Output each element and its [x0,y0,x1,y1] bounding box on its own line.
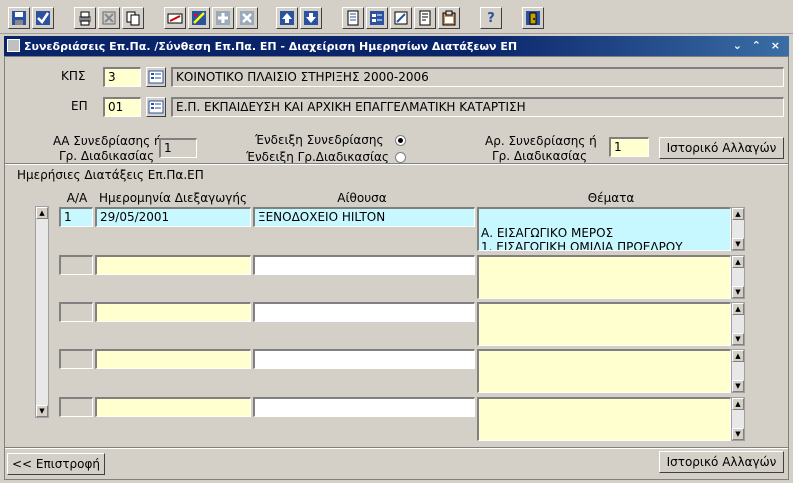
row-3-topics-scroll-up-icon[interactable]: ▲ [732,303,744,315]
list-icon[interactable] [342,7,364,29]
row-3-room-field[interactable] [253,302,475,322]
document-icon[interactable] [414,7,436,29]
row-5-date-field[interactable] [95,397,251,417]
section-divider [5,163,788,165]
kps-code-field[interactable]: 3 [103,67,141,87]
clipboard-icon[interactable] [438,7,460,29]
exit-door-icon[interactable] [522,7,544,29]
agenda-section-title: Ημερήσιες Διατάξεις Επ.Πα.ΕΠ [17,168,204,182]
row-3-aa-field[interactable] [59,302,93,322]
delete-icon[interactable] [236,7,258,29]
row-2-room-field[interactable] [253,255,475,275]
save-icon[interactable] [8,7,30,29]
row-4-topics-scrollbar[interactable]: ▲ ▼ [731,349,745,393]
row-1-topic-line2: 1. ΕΙΣΑΓΩΓΙΚΗ ΟΜΙΛΙΑ ΠΡΟΕΔΡΟΥ [481,240,683,251]
radio-process-label: Ένδειξη Γρ.Διαδικασίας [246,150,389,164]
help-glyph: ? [487,10,495,26]
down-arrow-icon[interactable] [300,7,322,29]
query-icon[interactable] [366,7,388,29]
edit-icon[interactable] [188,7,210,29]
row-4-topics-field[interactable] [477,349,731,393]
check-icon[interactable] [32,7,54,29]
ep-lov-button[interactable] [146,97,166,117]
footer-divider [5,447,788,449]
row-2-topics-scroll-up-icon[interactable]: ▲ [732,256,744,268]
help-icon[interactable]: ? [480,7,502,29]
aa-session-label-line2: Γρ. Διαδικασίας [59,149,155,163]
add-icon[interactable] [212,7,234,29]
list-of-values-icon [148,100,164,114]
row-2-topics-field[interactable] [477,255,731,299]
row-3-date-field[interactable] [95,302,251,322]
column-header-aa: Α/Α [66,191,88,205]
window-controls[interactable]: ⌄ ⌃ × [733,39,783,52]
row-5-room-field[interactable] [253,397,475,417]
row-5-topics-scroll-down-icon[interactable]: ▼ [732,428,744,440]
row-2-topics-scroll-down-icon[interactable]: ▼ [732,286,744,298]
aa-session-field: 1 [159,138,197,158]
radio-process[interactable] [395,152,406,163]
ar-session-field[interactable]: 1 [609,137,649,157]
window-title-bar: Συνεδριάσεις Επ.Πα. /Σύνθεση Επ.Πα. ΕΠ -… [4,36,789,56]
list-of-values-icon [148,70,164,84]
history-button-bottom[interactable]: Ιστορικό Αλλαγών [659,451,784,473]
column-header-room: Αίθουσα [337,191,387,205]
row-4-aa-field[interactable] [59,349,93,369]
row-5-topics-scrollbar[interactable]: ▲ ▼ [731,397,745,441]
exit-icon[interactable] [98,7,120,29]
window-app-icon [7,39,20,52]
row-4-topics-scroll-up-icon[interactable]: ▲ [732,350,744,362]
ep-description-field: Ε.Π. ΕΚΠΑΙΔΕΥΣΗ ΚΑΙ ΑΡΧΙΚΗ ΕΠΑΓΓΕΛΜΑΤΙΚΗ… [171,97,784,117]
aa-session-label-line1: ΑΑ Συνεδρίασης ή [53,134,162,148]
row-4-topics-scroll-down-icon[interactable]: ▼ [732,380,744,392]
kps-label: ΚΠΣ [61,69,86,83]
ep-label: ΕΠ [71,99,88,113]
row-1-topics-scrollbar[interactable]: ▲ ▼ [731,207,745,251]
row-5-topics-scroll-up-icon[interactable]: ▲ [732,398,744,410]
row-3-topics-scroll-down-icon[interactable]: ▼ [732,333,744,345]
up-arrow-icon[interactable] [276,7,298,29]
row-2-date-field[interactable] [95,255,251,275]
history-button-top[interactable]: Ιστορικό Αλλαγών [659,137,784,159]
back-button[interactable]: << Επιστροφή [7,453,105,475]
row-2-aa-field[interactable] [59,255,93,275]
records-scroll-down-icon[interactable]: ▼ [36,405,48,417]
row-4-room-field[interactable] [253,349,475,369]
print-icon[interactable] [74,7,96,29]
row-3-topics-field[interactable] [477,302,731,346]
radio-session-label: Ένδειξη Συνεδρίασης [255,133,384,147]
form-canvas: ΚΠΣ 3 ΚΟΙΝΟΤΙΚΟ ΠΛΑΙΣΙΟ ΣΤΗΡΙΞΗΣ 2000-20… [4,56,789,480]
row-4-date-field[interactable] [95,349,251,369]
row-1-topics-field[interactable]: Α. ΕΙΣΑΓΩΓΙΚΟ ΜΕΡΟΣ 1. ΕΙΣΑΓΩΓΙΚΗ ΟΜΙΛΙΑ… [477,207,731,251]
column-header-topics: Θέματα [587,191,635,205]
ep-code-field[interactable]: 01 [103,97,141,117]
row-1-topic-line1: Α. ΕΙΣΑΓΩΓΙΚΟ ΜΕΡΟΣ [481,226,614,240]
column-header-date: Ημερομηνία Διεξαγωγής [98,191,248,205]
row-1-date-field[interactable]: 29/05/2001 [95,207,251,227]
note-icon[interactable] [390,7,412,29]
window-title: Συνεδριάσεις Επ.Πα. /Σύνθεση Επ.Πα. ΕΠ -… [24,39,518,53]
ar-session-label-line1: Αρ. Συνεδρίασης ή [485,134,597,148]
row-1-topics-scroll-up-icon[interactable]: ▲ [732,208,744,220]
row-3-topics-scrollbar[interactable]: ▲ ▼ [731,302,745,346]
row-5-topics-field[interactable] [477,397,731,441]
row-1-aa-field[interactable]: 1 [59,207,93,227]
insert-record-icon[interactable] [164,7,186,29]
row-5-aa-field[interactable] [59,397,93,417]
ar-session-label-line2: Γρ. Διαδικασίας [492,149,588,163]
row-2-topics-scrollbar[interactable]: ▲ ▼ [731,255,745,299]
copy-icon[interactable] [122,7,144,29]
records-scrollbar[interactable]: ▲ ▼ [35,206,49,418]
toolbar: ? [0,0,793,34]
kps-description-field: ΚΟΙΝΟΤΙΚΟ ΠΛΑΙΣΙΟ ΣΤΗΡΙΞΗΣ 2000-2006 [171,67,784,87]
row-1-topics-scroll-down-icon[interactable]: ▼ [732,238,744,250]
radio-session[interactable] [395,135,406,146]
row-1-room-field[interactable]: ΞΕΝΟΔΟΧΕΙΟ HILTON [253,207,475,227]
records-scroll-up-icon[interactable]: ▲ [36,207,48,219]
kps-lov-button[interactable] [146,67,166,87]
